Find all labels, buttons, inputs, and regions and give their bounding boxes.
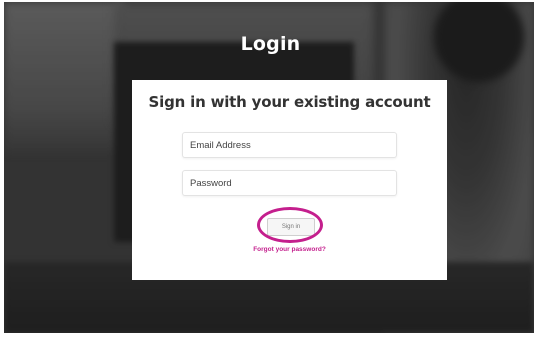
login-card: Sign in with your existing account Sign … — [132, 80, 447, 280]
login-heading: Sign in with your existing account — [148, 93, 431, 111]
forgot-password-link[interactable]: Forgot your password? — [132, 246, 447, 253]
sign-in-button[interactable]: Sign in — [267, 218, 315, 236]
email-field[interactable] — [182, 132, 397, 158]
screen: Login Sign in with your existing account… — [0, 0, 541, 337]
page-title: Login — [240, 33, 301, 55]
password-field[interactable] — [182, 170, 397, 196]
